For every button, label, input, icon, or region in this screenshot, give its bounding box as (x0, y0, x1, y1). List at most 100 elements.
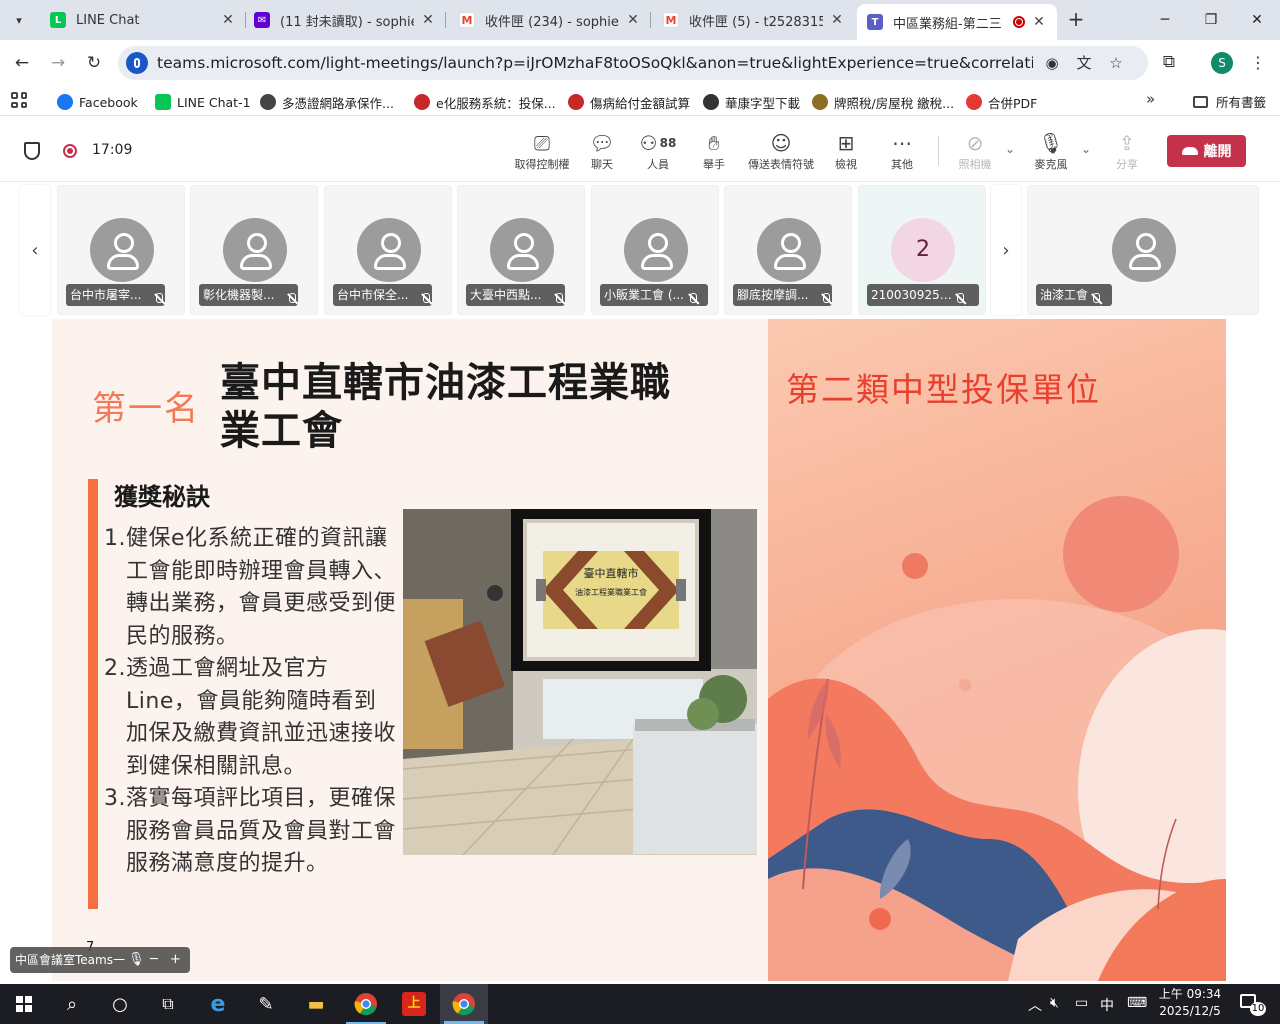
close-tab-icon[interactable]: ✕ (1031, 14, 1047, 30)
ime-keyboard-icon[interactable]: ⌨ (1127, 995, 1147, 1011)
raise-hand-button[interactable]: ✋︎ 舉手 (682, 130, 746, 172)
new-tab-button[interactable]: + (1064, 8, 1088, 32)
people-button[interactable]: ⚇ 88 人員 (626, 130, 690, 172)
nhi-icon (568, 94, 584, 110)
url-text[interactable]: teams.microsoft.com/light-meetings/launc… (157, 54, 1033, 72)
ime-indicator[interactable]: 中 (1100, 995, 1114, 1015)
task-view-icon[interactable]: ⧉ (144, 984, 192, 1024)
next-participants-button[interactable]: › (991, 185, 1021, 315)
notepad-app-icon[interactable]: ✎ (242, 984, 290, 1024)
bookmarks-overflow-icon[interactable]: » (1146, 90, 1155, 108)
forward-icon[interactable]: → (47, 52, 69, 74)
participant-tile[interactable]: 台中市保全... (324, 185, 452, 315)
restore-icon[interactable]: ❐ (1199, 8, 1223, 32)
tray-overflow-icon[interactable]: ︿ (1028, 995, 1042, 1015)
chrome-icon[interactable] (342, 984, 390, 1024)
bookmark-sickness-benefit[interactable]: 傷病給付金額試算 (568, 92, 690, 112)
bookmark-e-service[interactable]: e化服務系統：投保... (414, 92, 556, 112)
recording-indicator-icon (1013, 16, 1025, 28)
all-bookmarks-button[interactable]: 所有書籤 (1193, 92, 1266, 111)
line-icon (155, 94, 171, 110)
profile-avatar[interactable]: S (1211, 52, 1233, 74)
tab-title: (11 封未讀取) - sophie6 (280, 14, 414, 30)
volume-muted-icon[interactable]: 🔇︎ (1050, 995, 1059, 1011)
mini-mic-icon[interactable]: 🎙︎ (128, 947, 145, 973)
tab-teams-meeting[interactable]: T 中區業務組-第二三 ✕ (857, 4, 1057, 40)
camera-button[interactable]: ⊘ 照相機 (943, 130, 1007, 172)
bookmark-star-icon[interactable]: ☆ (1106, 53, 1126, 73)
chrome-menu-icon[interactable]: ⋮ (1250, 52, 1266, 74)
notification-count: 10 (1250, 1002, 1266, 1016)
clock-time: 上午 09:34 (1158, 987, 1222, 1001)
network-icon[interactable]: ▭ (1075, 995, 1088, 1011)
bookmark-label: e化服務系統：投保... (436, 95, 556, 111)
participant-tile[interactable]: 小販業工會 (... (591, 185, 719, 315)
chat-button[interactable]: 💬︎ 聊天 (570, 130, 634, 172)
bookmark-multi-cert[interactable]: 多憑證網路承保作... (260, 92, 394, 112)
more-dots-icon: ⋯ (892, 131, 912, 155)
mic-options-chevron-icon[interactable]: ⌄ (1081, 142, 1091, 156)
action-center-button[interactable]: 10 (1240, 994, 1266, 1016)
reactions-button[interactable]: ☺ 傳送表情符號 (744, 130, 818, 172)
view-button[interactable]: ⊞ 檢視 (814, 130, 878, 172)
bookmark-merge-pdf[interactable]: 合併PDF (966, 92, 1037, 112)
tab-line-chat[interactable]: L LINE Chat ✕ (40, 4, 246, 36)
participant-tile[interactable]: 台中市屠宰... (57, 185, 185, 315)
apps-grid-icon[interactable] (11, 92, 27, 108)
globe-icon (703, 94, 719, 110)
smiley-icon: ☺ (770, 131, 792, 155)
participant-tile[interactable]: 2 210030925-... (858, 185, 986, 315)
extensions-icon[interactable]: ⧉ (1158, 52, 1180, 74)
slide-accent-bar (88, 479, 98, 909)
mic-off-icon: 🎙︎ (1038, 131, 1064, 155)
close-window-icon[interactable]: ✕ (1245, 8, 1269, 32)
mic-button[interactable]: 🎙︎ 麥克風 (1019, 130, 1083, 172)
camera-options-chevron-icon[interactable]: ⌄ (1005, 142, 1015, 156)
more-button[interactable]: ⋯ 其他 (870, 130, 934, 172)
bookmark-line-chat[interactable]: LINE Chat-1 (155, 92, 251, 112)
mini-minimize-icon[interactable]: ─ (150, 947, 158, 973)
system-clock[interactable]: 上午 09:34 2025/12/5 (1154, 986, 1226, 1020)
chrome-active-icon[interactable] (440, 984, 488, 1024)
plaque-subtext: 油漆工程業職業工會 (575, 587, 647, 597)
cortana-icon[interactable]: ○ (96, 984, 144, 1024)
close-tab-icon[interactable]: ✕ (420, 12, 436, 28)
translate-icon[interactable]: 文 (1074, 53, 1094, 73)
take-control-button[interactable]: ⎚ 取得控制權 (510, 130, 574, 172)
prev-participants-button[interactable]: ‹ (20, 185, 50, 315)
participant-tile[interactable]: 油漆工會 (1027, 185, 1259, 315)
participant-tile[interactable]: 大臺中西點... (457, 185, 585, 315)
mini-add-icon[interactable]: + (170, 947, 181, 973)
lens-icon[interactable]: ◉ (1042, 53, 1062, 73)
leave-button[interactable]: 離開 (1167, 135, 1246, 167)
grid-view-icon: ⊞ (837, 131, 855, 155)
tab-gmail-2[interactable]: M 收件匣 (5) - t25283155 ✕ (653, 4, 855, 36)
close-tab-icon[interactable]: ✕ (220, 12, 236, 28)
shield-icon[interactable] (24, 142, 40, 160)
teams-mini-bar[interactable]: 中區會議室Teams一 🎙︎ ─ + (10, 947, 190, 973)
bookmark-facebook[interactable]: Facebook (57, 92, 138, 112)
start-button[interactable] (0, 984, 48, 1024)
tab-search-icon[interactable]: ▾ (6, 8, 32, 32)
minimize-icon[interactable]: ─ (1153, 8, 1177, 32)
red-app-icon[interactable]: 上 (390, 984, 438, 1024)
close-tab-icon[interactable]: ✕ (625, 12, 641, 28)
file-explorer-icon[interactable]: ▬ (292, 984, 340, 1024)
site-mic-permission-icon[interactable] (126, 52, 148, 74)
tab-title: 收件匣 (234) - sophie90 (485, 14, 619, 30)
slide-tips-list: 1.健保e化系統正確的資訊讓工會能即時辦理會員轉入、轉出業務，會員更感受到便民的… (104, 523, 396, 881)
close-tab-icon[interactable]: ✕ (829, 12, 845, 28)
share-button[interactable]: ⇪ 分享 (1095, 130, 1159, 172)
tab-yahoo-mail[interactable]: ✉ (11 封未讀取) - sophie6 ✕ (244, 4, 446, 36)
tab-gmail-1[interactable]: M 收件匣 (234) - sophie90 ✕ (449, 4, 651, 36)
search-icon[interactable]: ⌕ (48, 984, 96, 1024)
bookmark-tax[interactable]: 牌照稅/房屋稅 繳稅... (812, 92, 954, 112)
internet-explorer-icon[interactable]: e (194, 984, 242, 1024)
avatar (757, 218, 821, 282)
address-bar[interactable]: teams.microsoft.com/light-meetings/launc… (118, 46, 1148, 80)
bookmark-font-download[interactable]: 華康字型下載 (703, 92, 800, 112)
participant-tile[interactable]: 腳底按摩調... (724, 185, 852, 315)
reload-icon[interactable]: ↻ (83, 52, 105, 74)
participant-tile[interactable]: 彰化機器製... (190, 185, 318, 315)
back-icon[interactable]: ← (11, 52, 33, 74)
